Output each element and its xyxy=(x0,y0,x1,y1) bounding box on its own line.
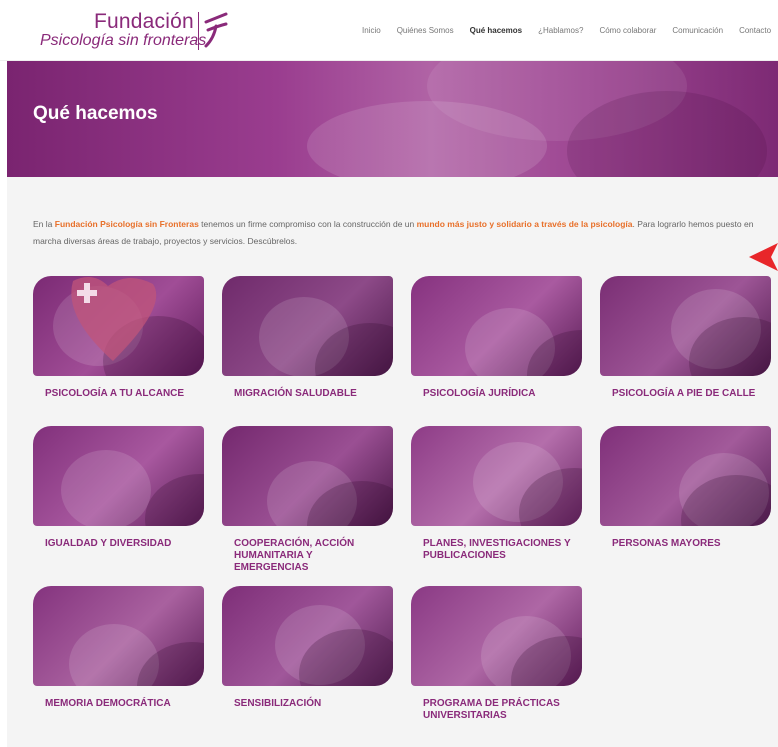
service-card-image[interactable] xyxy=(411,276,582,376)
main-content: En la Fundación Psicología sin Fronteras… xyxy=(7,177,778,747)
service-card-title[interactable]: MIGRACIÓN SALUDABLE xyxy=(222,388,393,400)
service-card-image[interactable] xyxy=(222,586,393,686)
nav-item[interactable]: Qué hacemos xyxy=(470,26,522,35)
site-header: Fundación Psicología sin fronteras Inici… xyxy=(0,0,778,61)
service-card-image[interactable] xyxy=(33,276,204,376)
service-card-title[interactable]: SENSIBILIZACIÓN xyxy=(222,698,393,710)
service-card-title[interactable]: PERSONAS MAYORES xyxy=(600,538,771,550)
heart-icon xyxy=(71,277,157,361)
service-card[interactable]: PROGRAMA DE PRÁCTICAS UNIVERSITARIAS xyxy=(411,586,582,722)
service-card-title[interactable]: IGUALDAD Y DIVERSIDAD xyxy=(33,538,204,550)
service-card-image[interactable] xyxy=(33,586,204,686)
service-card[interactable]: PSICOLOGÍA A PIE DE CALLE xyxy=(600,276,771,400)
service-card-image[interactable] xyxy=(600,276,771,376)
annotation-arrow-icon xyxy=(749,243,778,271)
service-card-image[interactable] xyxy=(222,426,393,526)
service-card[interactable]: PSICOLOGÍA JURÍDICA xyxy=(411,276,582,400)
nav-item[interactable]: ¿Hablamos? xyxy=(538,26,583,35)
service-card-image[interactable] xyxy=(411,426,582,526)
logo-divider xyxy=(198,12,199,50)
logo-subtitle: Psicología sin fronteras xyxy=(40,32,207,49)
nav-item[interactable]: Inicio xyxy=(362,26,381,35)
service-card[interactable]: MIGRACIÓN SALUDABLE xyxy=(222,276,393,400)
logo-title: Fundación xyxy=(94,10,194,33)
nav-item[interactable]: Comunicación xyxy=(672,26,723,35)
service-card[interactable]: COOPERACIÓN, ACCIÓN HUMANITARIA Y EMERGE… xyxy=(222,426,393,574)
service-card-image[interactable] xyxy=(222,276,393,376)
service-card-title[interactable]: PSICOLOGÍA A TU ALCANCE xyxy=(33,388,204,400)
service-card[interactable]: SENSIBILIZACIÓN xyxy=(222,586,393,710)
main-nav: Inicio Quiénes Somos Qué hacemos ¿Hablamos?… xyxy=(362,26,778,35)
service-card-title[interactable]: PLANES, INVESTIGACIONES Y PUBLICACIONES xyxy=(411,538,582,562)
service-card-image[interactable] xyxy=(33,426,204,526)
intro-text: tenemos un firme compromiso con la const… xyxy=(198,219,417,229)
service-card[interactable]: PSICOLOGÍA A TU ALCANCE xyxy=(33,276,204,400)
service-card-title[interactable]: COOPERACIÓN, ACCIÓN HUMANITARIA Y EMERGE… xyxy=(222,538,393,574)
nav-item[interactable]: Cómo colaborar xyxy=(599,26,656,35)
service-card-title[interactable]: PROGRAMA DE PRÁCTICAS UNIVERSITARIAS xyxy=(411,698,582,722)
intro-paragraph: En la Fundación Psicología sin Fronteras… xyxy=(33,216,778,250)
image-shape xyxy=(145,474,204,526)
page-hero: Qué hacemos xyxy=(7,61,778,177)
nav-item[interactable]: Quiénes Somos xyxy=(397,26,454,35)
service-card-image[interactable] xyxy=(600,426,771,526)
service-card-image[interactable] xyxy=(411,586,582,686)
intro-text: En la xyxy=(33,219,55,229)
image-shape xyxy=(61,450,151,526)
service-card[interactable]: PERSONAS MAYORES xyxy=(600,426,771,550)
intro-highlight-foundation[interactable]: Fundación Psicología sin Fronteras xyxy=(55,219,199,229)
service-card-title[interactable]: MEMORIA DEMOCRÁTICA xyxy=(33,698,204,710)
service-card[interactable]: PLANES, INVESTIGACIONES Y PUBLICACIONES xyxy=(411,426,582,562)
service-card-title[interactable]: PSICOLOGÍA JURÍDICA xyxy=(411,388,582,400)
nav-item[interactable]: Contacto xyxy=(739,26,771,35)
service-card[interactable]: MEMORIA DEMOCRÁTICA xyxy=(33,586,204,710)
intro-highlight-mission[interactable]: mundo más justo y solidario a través de … xyxy=(417,219,633,229)
page-title: Qué hacemos xyxy=(33,103,158,124)
logo-mark-icon xyxy=(204,12,228,48)
service-card-title[interactable]: PSICOLOGÍA A PIE DE CALLE xyxy=(600,388,771,400)
logo[interactable]: Fundación Psicología sin fronteras xyxy=(36,8,236,54)
service-card[interactable]: IGUALDAD Y DIVERSIDAD xyxy=(33,426,204,550)
